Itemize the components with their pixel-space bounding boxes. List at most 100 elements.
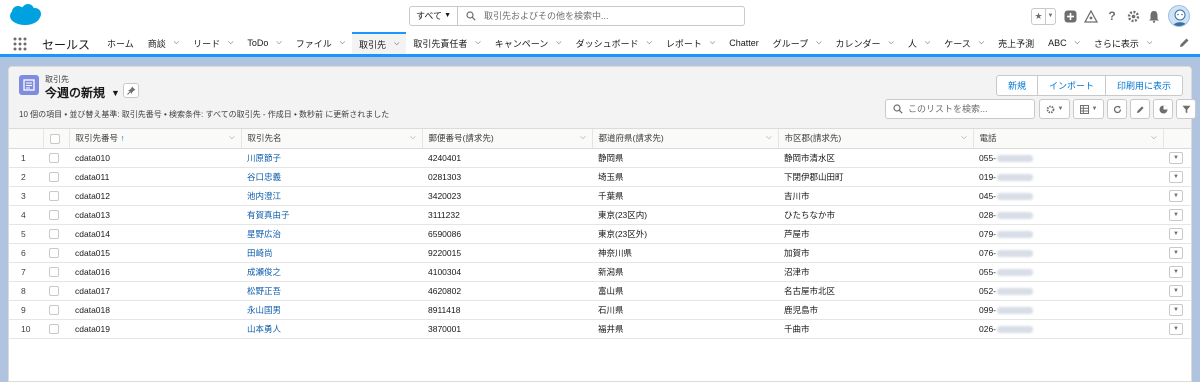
- chevron-down-icon[interactable]: ⌵: [979, 39, 984, 47]
- account-name-link[interactable]: 星野広治: [247, 229, 281, 239]
- nav-item[interactable]: ダッシュボード ⌵: [569, 32, 659, 54]
- nav-item[interactable]: ホーム: [100, 32, 141, 54]
- inline-edit-button[interactable]: [1130, 99, 1150, 119]
- chevron-down-icon[interactable]: ⌵: [228, 39, 233, 47]
- row-actions-menu-button[interactable]: ▼: [1169, 209, 1183, 221]
- row-actions-menu-button[interactable]: ▼: [1169, 285, 1183, 297]
- chevron-down-icon[interactable]: ⌵: [394, 40, 399, 48]
- column-header-account-name[interactable]: 取引先名 ⌵: [240, 129, 422, 149]
- account-name-link[interactable]: 松野正吾: [247, 286, 281, 296]
- row-checkbox[interactable]: [49, 247, 59, 258]
- chevron-down-icon[interactable]: ⌵: [276, 39, 281, 47]
- row-actions-menu-button[interactable]: ▼: [1169, 323, 1183, 335]
- list-view-selector[interactable]: 今週の新規 ▼: [45, 84, 120, 101]
- favorites-star-icon[interactable]: ★: [1032, 9, 1045, 24]
- account-name-link[interactable]: 田崎尚: [247, 248, 273, 258]
- display-as-button[interactable]: ▼: [1073, 99, 1104, 119]
- nav-item[interactable]: 取引先 ⌵: [352, 32, 407, 54]
- new-button[interactable]: 新規: [995, 75, 1038, 96]
- import-button[interactable]: インポート: [1037, 75, 1106, 96]
- row-checkbox[interactable]: [49, 266, 59, 277]
- nav-item[interactable]: キャンペーン ⌵: [488, 32, 569, 54]
- row-actions-menu-button[interactable]: ▼: [1169, 304, 1183, 316]
- chevron-down-icon[interactable]: ⌵: [340, 39, 345, 47]
- nav-item[interactable]: 人 ⌵: [901, 32, 937, 54]
- printable-view-button[interactable]: 印刷用に表示: [1105, 75, 1183, 96]
- account-name-link[interactable]: 谷口忠義: [247, 172, 281, 182]
- list-settings-button[interactable]: ▼: [1039, 99, 1070, 119]
- row-checkbox[interactable]: [49, 209, 59, 220]
- select-all-checkbox[interactable]: [49, 133, 60, 144]
- edit-nav-pencil-icon[interactable]: [1178, 37, 1190, 49]
- chevron-down-icon[interactable]: ⌵: [556, 39, 561, 47]
- row-actions-menu-button[interactable]: ▼: [1169, 266, 1183, 278]
- account-name-link[interactable]: 山本勇人: [247, 324, 281, 334]
- app-launcher-icon[interactable]: [13, 37, 27, 51]
- row-checkbox[interactable]: [49, 323, 59, 334]
- chevron-down-icon[interactable]: ⌵: [1075, 39, 1080, 47]
- global-search[interactable]: [457, 6, 745, 26]
- chevron-down-icon[interactable]: ⌵: [1151, 134, 1156, 142]
- account-name-link[interactable]: 永山国男: [247, 305, 281, 315]
- nav-item[interactable]: Chatter: [722, 32, 766, 54]
- row-checkbox[interactable]: [49, 152, 59, 163]
- nav-item[interactable]: ファイル ⌵: [289, 32, 352, 54]
- row-checkbox[interactable]: [49, 228, 59, 239]
- nav-item[interactable]: 商談 ⌵: [141, 32, 186, 54]
- nav-item[interactable]: カレンダー ⌵: [829, 32, 901, 54]
- setup-gear-icon[interactable]: [1126, 9, 1140, 23]
- trailhead-icon[interactable]: [1084, 9, 1098, 23]
- nav-item[interactable]: ToDo ⌵: [240, 32, 288, 54]
- account-name-link[interactable]: 池内澄江: [247, 191, 281, 201]
- chevron-down-icon[interactable]: ⌵: [174, 39, 179, 47]
- filters-button[interactable]: [1176, 99, 1196, 119]
- global-search-input[interactable]: [484, 9, 739, 23]
- column-header-billing-state[interactable]: 都道府県(請求先) ⌵: [591, 129, 778, 149]
- column-header-billing-city[interactable]: 市区郡(請求先) ⌵: [777, 129, 973, 149]
- column-header-phone[interactable]: 電話 ⌵: [972, 129, 1163, 149]
- charts-button[interactable]: [1153, 99, 1173, 119]
- chevron-down-icon[interactable]: ⌵: [580, 134, 585, 142]
- chevron-down-icon[interactable]: ⌵: [766, 134, 771, 142]
- user-avatar[interactable]: [1168, 5, 1190, 27]
- chevron-down-icon[interactable]: ⌵: [410, 134, 415, 142]
- chevron-down-icon[interactable]: ⌵: [475, 39, 480, 47]
- list-search-input[interactable]: [908, 102, 1030, 116]
- nav-item[interactable]: レポート ⌵: [659, 32, 722, 54]
- pin-list-view-button[interactable]: [123, 83, 139, 98]
- row-actions-menu-button[interactable]: ▼: [1169, 247, 1183, 259]
- column-header-account-number[interactable]: 取引先番号 ↑ ⌵: [68, 129, 241, 149]
- refresh-button[interactable]: [1107, 99, 1127, 119]
- salesforce-logo[interactable]: [8, 4, 42, 28]
- nav-item[interactable]: ケース ⌵: [937, 32, 991, 54]
- nav-item[interactable]: リード ⌵: [186, 32, 240, 54]
- chevron-down-icon[interactable]: ⌵: [229, 134, 234, 142]
- help-icon[interactable]: ?: [1105, 9, 1119, 23]
- global-actions-icon[interactable]: [1063, 9, 1077, 23]
- account-name-link[interactable]: 川原節子: [247, 153, 281, 163]
- notifications-bell-icon[interactable]: [1147, 9, 1161, 23]
- nav-item[interactable]: 取引先責任者 ⌵: [406, 32, 487, 54]
- row-checkbox[interactable]: [49, 304, 59, 315]
- chevron-down-icon[interactable]: ⌵: [816, 39, 821, 47]
- column-header-billing-zip[interactable]: 郵便番号(請求先) ⌵: [421, 129, 592, 149]
- nav-item[interactable]: さらに表示 ⌵: [1087, 32, 1159, 54]
- list-search[interactable]: [885, 99, 1035, 119]
- chevron-down-icon[interactable]: ⌵: [647, 39, 652, 47]
- chevron-down-icon[interactable]: ⌵: [925, 39, 930, 47]
- chevron-down-icon[interactable]: ⌵: [710, 39, 715, 47]
- chevron-down-icon[interactable]: ⌵: [889, 39, 894, 47]
- chevron-down-icon[interactable]: ⌵: [1147, 39, 1152, 47]
- row-checkbox[interactable]: [49, 190, 59, 201]
- favorites-list-icon[interactable]: ▼: [1045, 8, 1055, 24]
- row-actions-menu-button[interactable]: ▼: [1169, 171, 1183, 183]
- chevron-down-icon[interactable]: ⌵: [961, 134, 966, 142]
- row-checkbox[interactable]: [49, 285, 59, 296]
- row-actions-menu-button[interactable]: ▼: [1169, 152, 1183, 164]
- nav-item[interactable]: ABC ⌵: [1041, 32, 1087, 54]
- row-actions-menu-button[interactable]: ▼: [1169, 228, 1183, 240]
- row-actions-menu-button[interactable]: ▼: [1169, 190, 1183, 202]
- account-name-link[interactable]: 成瀬俊之: [247, 267, 281, 277]
- search-scope-select[interactable]: すべて ▼: [409, 6, 458, 26]
- account-name-link[interactable]: 有賀真由子: [247, 210, 290, 220]
